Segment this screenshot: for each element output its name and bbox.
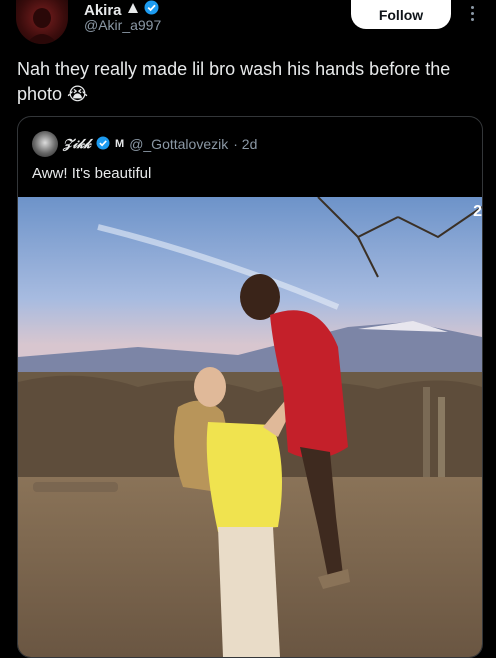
photo-count: 2: [473, 203, 482, 220]
quoted-handle: @_Gottalovezik: [129, 136, 229, 152]
quoted-m-badge: M: [115, 138, 125, 150]
follow-button[interactable]: Follow: [351, 0, 451, 29]
quoted-age: · 2d: [233, 136, 258, 152]
quoted-name: 𝒵𝒾𝓀𝓀: [63, 136, 92, 152]
verified-badge-icon: [96, 136, 110, 153]
quoted-text: Aww! It's beautiful: [32, 165, 152, 182]
tweet-text: Nah they really made lil bro wash his ha…: [17, 59, 451, 104]
author-handle[interactable]: @Akir_a997: [84, 17, 161, 33]
quoted-avatar: [32, 131, 58, 157]
quoted-photo[interactable]: [18, 197, 482, 657]
more-options-icon[interactable]: [466, 4, 478, 24]
quoted-tweet[interactable]: 𝒵𝒾𝓀𝓀 M @_Gottalovezik · 2d Aww! It's bea…: [17, 116, 483, 658]
author-name[interactable]: Akira: [84, 2, 122, 19]
quoted-header: 𝒵𝒾𝓀𝓀 M @_Gottalovezik · 2d: [32, 131, 257, 157]
author-avatar[interactable]: [16, 0, 68, 44]
